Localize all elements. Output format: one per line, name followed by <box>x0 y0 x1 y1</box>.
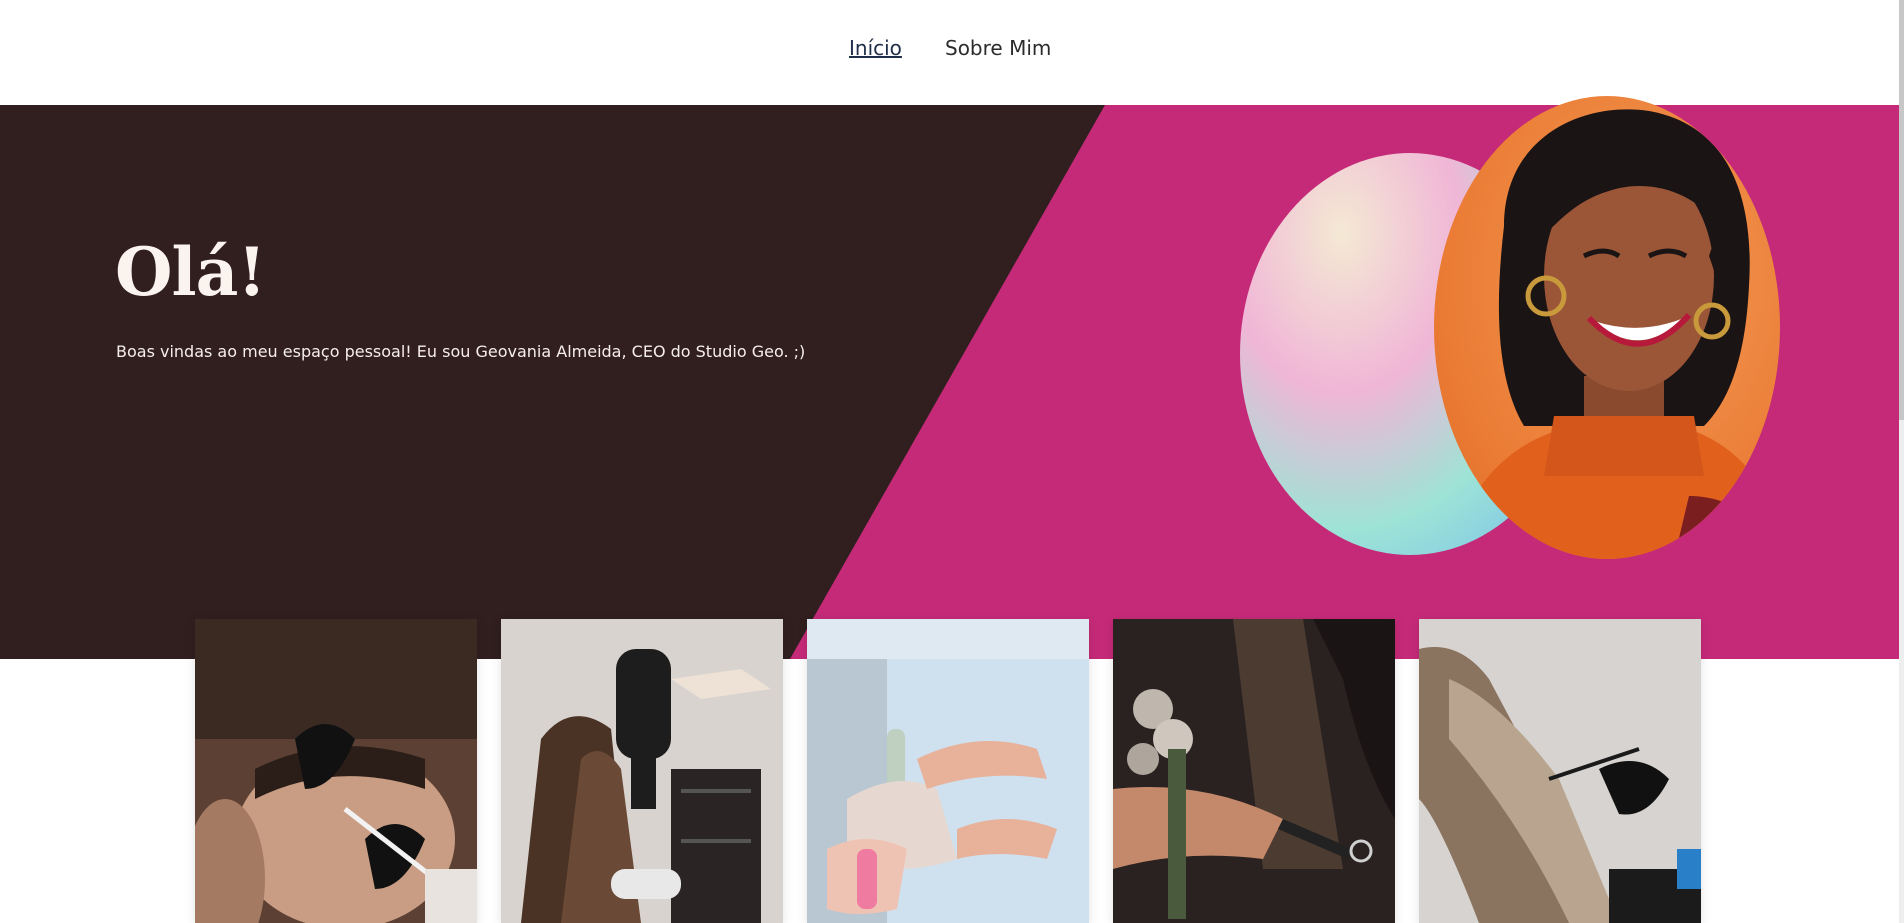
gallery-photo-haircut[interactable] <box>1113 619 1395 923</box>
eyebrow-treatment-photo <box>195 619 477 923</box>
nav-link-sobre-mim[interactable]: Sobre Mim <box>945 36 1051 60</box>
scrollbar-thumb[interactable] <box>1899 0 1904 420</box>
haircut-photo <box>1113 619 1395 923</box>
top-navigation: Início Sobre Mim <box>0 0 1904 105</box>
gallery-photo-hair-coloring[interactable] <box>1419 619 1701 923</box>
hair-dryer-photo <box>501 619 783 923</box>
gallery-photo-manicure[interactable] <box>807 619 1089 923</box>
hero-subtitle: Boas vindas ao meu espaço pessoal! Eu so… <box>116 342 806 361</box>
manicure-photo <box>807 619 1089 923</box>
hair-coloring-photo <box>1419 619 1701 923</box>
gallery-photo-eyebrow[interactable] <box>195 619 477 923</box>
gallery-photo-hair-dryer[interactable] <box>501 619 783 923</box>
woman-portrait-icon <box>1434 96 1780 559</box>
nav-link-inicio[interactable]: Início <box>849 36 902 60</box>
hero-title: Olá! <box>115 233 266 311</box>
